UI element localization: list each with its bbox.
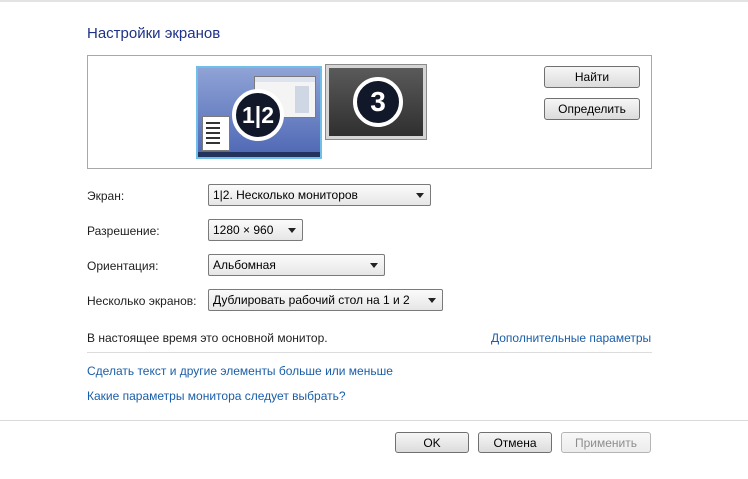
identify-button[interactable]: Определить: [544, 98, 640, 120]
desktop-start-menu-icon: [202, 116, 230, 151]
advanced-settings-link[interactable]: Дополнительные параметры: [491, 331, 651, 345]
chevron-down-icon: [370, 262, 378, 268]
monitor-number-badge: 3: [353, 77, 403, 127]
screen-label: Экран:: [87, 189, 125, 203]
multiple-displays-select-value: Дублировать рабочий стол на 1 и 2: [213, 293, 410, 307]
resolution-label: Разрешение:: [87, 224, 160, 238]
apply-button[interactable]: Применить: [561, 432, 651, 453]
resolution-select-value: 1280 × 960: [213, 223, 274, 237]
monitor-arrangement-panel: 1|2 3 Найти Определить: [87, 55, 652, 169]
cancel-button[interactable]: Отмена: [478, 432, 552, 453]
find-button[interactable]: Найти: [544, 66, 640, 88]
monitor-number-badge: 1|2: [232, 89, 284, 141]
monitor-1-2[interactable]: 1|2: [196, 66, 322, 159]
status-text: В настоящее время это основной монитор.: [87, 331, 328, 345]
orientation-select-value: Альбомная: [213, 258, 276, 272]
which-settings-link[interactable]: Какие параметры монитора следует выбрать…: [87, 389, 346, 403]
divider: [87, 352, 652, 353]
ok-button[interactable]: OK: [395, 432, 469, 453]
page-title: Настройки экранов: [87, 25, 221, 42]
desktop-taskbar: [198, 152, 320, 157]
multiple-displays-select[interactable]: Дублировать рабочий стол на 1 и 2: [208, 289, 443, 311]
screen-select[interactable]: 1|2. Несколько мониторов: [208, 184, 431, 206]
orientation-select[interactable]: Альбомная: [208, 254, 385, 276]
multiple-displays-label: Несколько экранов:: [87, 294, 197, 308]
monitor-3[interactable]: 3: [325, 64, 427, 140]
top-edge: [0, 0, 748, 2]
screen-select-value: 1|2. Несколько мониторов: [213, 188, 358, 202]
chevron-down-icon: [428, 297, 436, 303]
footer-divider: [0, 420, 748, 421]
chevron-down-icon: [288, 227, 296, 233]
chevron-down-icon: [416, 192, 424, 198]
text-size-link[interactable]: Сделать текст и другие элементы больше и…: [87, 364, 393, 378]
orientation-label: Ориентация:: [87, 259, 159, 273]
resolution-select[interactable]: 1280 × 960: [208, 219, 303, 241]
